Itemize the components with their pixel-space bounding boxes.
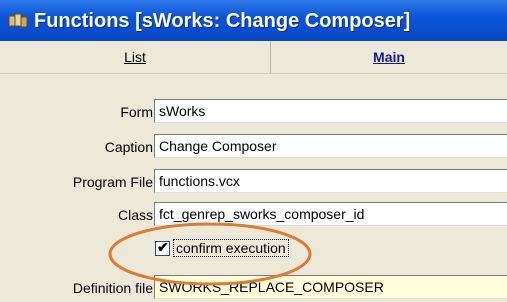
caption-label: Caption: [104, 139, 153, 155]
app-icon: [8, 13, 28, 28]
tab-bar: List Main: [0, 41, 507, 74]
form-row: Form sWorks: [0, 98, 507, 126]
tab-list-label: List: [124, 49, 146, 65]
program-file-field[interactable]: functions.vcx: [154, 169, 507, 193]
highlight-ellipse: [108, 222, 312, 286]
window-title: Functions [sWorks: Change Composer]: [34, 10, 411, 32]
caption-field[interactable]: Change Composer: [154, 134, 507, 158]
caption-row: Caption Change Composer: [0, 133, 507, 161]
tab-main[interactable]: Main: [271, 41, 507, 73]
program-file-row: Program File functions.vcx: [0, 168, 507, 196]
form-field[interactable]: sWorks: [154, 99, 507, 123]
window-titlebar: Functions [sWorks: Change Composer]: [0, 0, 507, 41]
tab-main-label: Main: [373, 49, 405, 65]
program-file-label: Program File: [72, 174, 153, 190]
tab-list[interactable]: List: [0, 41, 271, 73]
form-label: Form: [120, 104, 153, 120]
